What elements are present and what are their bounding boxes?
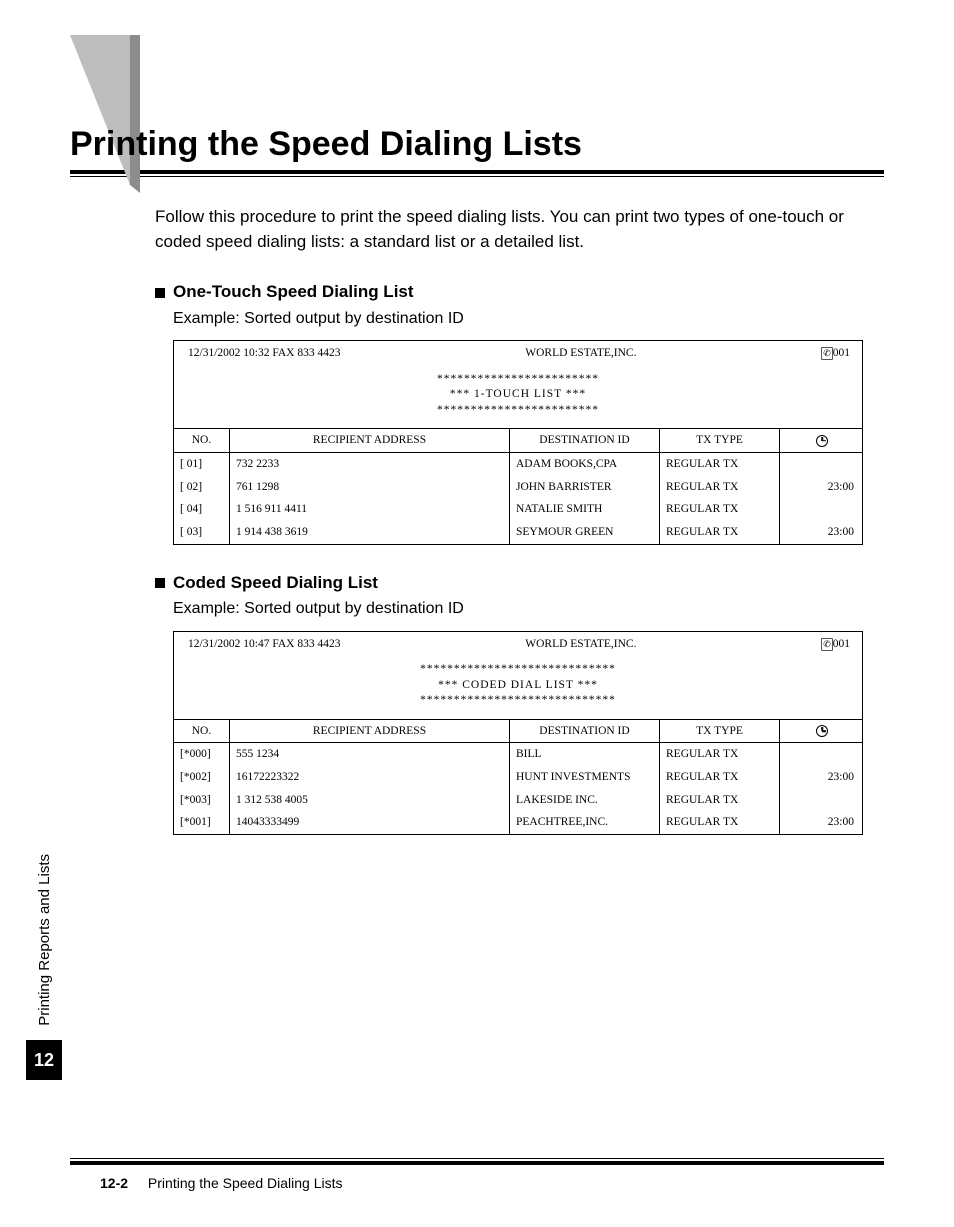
- col-dest: DESTINATION ID: [509, 720, 659, 743]
- cell-no: [ 01]: [174, 453, 229, 476]
- report-header-right: ✆001: [821, 345, 850, 362]
- cell-addr: 16172223322: [229, 766, 509, 789]
- cell-no: [*000]: [174, 743, 229, 766]
- col-addr: RECIPIENT ADDRESS: [229, 720, 509, 743]
- table-row: [*001] 14043333499 PEACHTREE,INC. REGULA…: [174, 811, 862, 834]
- clock-icon: [816, 435, 828, 447]
- footer-page-number: 12-2: [100, 1175, 128, 1191]
- cell-time: 23:00: [779, 811, 864, 834]
- table-row: [*003] 1 312 538 4005 LAKESIDE INC. REGU…: [174, 789, 862, 812]
- table-row: [ 01] 732 2233 ADAM BOOKS,CPA REGULAR TX: [174, 453, 862, 476]
- col-no: NO.: [174, 429, 229, 452]
- clock-icon: [816, 725, 828, 737]
- cell-addr: 761 1298: [229, 476, 509, 499]
- section-subheading: Example: Sorted output by destination ID: [173, 307, 884, 330]
- title-rule: [70, 170, 884, 174]
- cell-tx: REGULAR TX: [659, 476, 779, 499]
- col-tx: TX TYPE: [659, 720, 779, 743]
- bullet-square-icon: [155, 578, 165, 588]
- page-icon: ✆: [821, 347, 833, 360]
- cell-time: 23:00: [779, 521, 864, 544]
- report-header-center: WORLD ESTATE,INC.: [525, 345, 636, 362]
- banner-line: *** CODED DIAL LIST ***: [174, 678, 862, 694]
- report-header-center: WORLD ESTATE,INC.: [525, 636, 636, 653]
- cell-dest: JOHN BARRISTER: [509, 476, 659, 499]
- cell-dest: BILL: [509, 743, 659, 766]
- cell-tx: REGULAR TX: [659, 521, 779, 544]
- section-subheading: Example: Sorted output by destination ID: [173, 597, 884, 620]
- cell-time: [779, 743, 864, 766]
- col-addr: RECIPIENT ADDRESS: [229, 429, 509, 452]
- col-tx: TX TYPE: [659, 429, 779, 452]
- side-tab-label: Printing Reports and Lists: [36, 854, 53, 1026]
- cell-time: [779, 453, 864, 476]
- col-time: [779, 720, 864, 743]
- cell-addr: 1 516 911 4411: [229, 498, 509, 521]
- chapter-number-badge: 12: [26, 1040, 62, 1080]
- cell-no: [*003]: [174, 789, 229, 812]
- page-title: Printing the Speed Dialing Lists: [70, 125, 884, 164]
- cell-tx: REGULAR TX: [659, 453, 779, 476]
- cell-addr: 555 1234: [229, 743, 509, 766]
- col-time: [779, 429, 864, 452]
- report-one-touch: 12/31/2002 10:32 FAX 833 4423 WORLD ESTA…: [173, 340, 863, 545]
- intro-paragraph: Follow this procedure to print the speed…: [155, 205, 884, 254]
- cell-no: [*001]: [174, 811, 229, 834]
- cell-time: [779, 498, 864, 521]
- banner-line: *** 1-TOUCH LIST ***: [174, 387, 862, 403]
- cell-addr: 14043333499: [229, 811, 509, 834]
- cell-tx: REGULAR TX: [659, 811, 779, 834]
- cell-addr: 732 2233: [229, 453, 509, 476]
- cell-no: [ 04]: [174, 498, 229, 521]
- banner-stars: ************************: [174, 372, 862, 388]
- cell-tx: REGULAR TX: [659, 743, 779, 766]
- cell-tx: REGULAR TX: [659, 766, 779, 789]
- cell-dest: PEACHTREE,INC.: [509, 811, 659, 834]
- report-header-left: 12/31/2002 10:32 FAX 833 4423: [188, 345, 341, 362]
- table-row: [ 04] 1 516 911 4411 NATALIE SMITH REGUL…: [174, 498, 862, 521]
- table-row: [ 02] 761 1298 JOHN BARRISTER REGULAR TX…: [174, 476, 862, 499]
- side-tab: Printing Reports and Lists 12: [26, 660, 62, 1080]
- table-row: [ 03] 1 914 438 3619 SEYMOUR GREEN REGUL…: [174, 521, 862, 544]
- section-heading: One-Touch Speed Dialing List: [173, 280, 414, 305]
- banner-stars: *****************************: [174, 662, 862, 678]
- cell-dest: SEYMOUR GREEN: [509, 521, 659, 544]
- cell-dest: ADAM BOOKS,CPA: [509, 453, 659, 476]
- cell-time: 23:00: [779, 476, 864, 499]
- report-header-left: 12/31/2002 10:47 FAX 833 4423: [188, 636, 341, 653]
- report-coded: 12/31/2002 10:47 FAX 833 4423 WORLD ESTA…: [173, 631, 863, 836]
- title-rule-thin: [70, 176, 884, 177]
- cell-dest: LAKESIDE INC.: [509, 789, 659, 812]
- bullet-square-icon: [155, 288, 165, 298]
- col-no: NO.: [174, 720, 229, 743]
- section-heading: Coded Speed Dialing List: [173, 571, 378, 596]
- report-header-right: ✆001: [821, 636, 850, 653]
- cell-dest: NATALIE SMITH: [509, 498, 659, 521]
- col-dest: DESTINATION ID: [509, 429, 659, 452]
- cell-time: 23:00: [779, 766, 864, 789]
- footer-title: Printing the Speed Dialing Lists: [148, 1175, 343, 1191]
- cell-addr: 1 312 538 4005: [229, 789, 509, 812]
- cell-no: [ 03]: [174, 521, 229, 544]
- banner-stars: *****************************: [174, 693, 862, 709]
- page-footer: 12-2 Printing the Speed Dialing Lists: [70, 1158, 884, 1191]
- cell-time: [779, 789, 864, 812]
- cell-tx: REGULAR TX: [659, 789, 779, 812]
- banner-stars: ************************: [174, 403, 862, 419]
- cell-no: [ 02]: [174, 476, 229, 499]
- cell-dest: HUNT INVESTMENTS: [509, 766, 659, 789]
- page-icon: ✆: [821, 638, 833, 651]
- cell-no: [*002]: [174, 766, 229, 789]
- table-row: [*000] 555 1234 BILL REGULAR TX: [174, 743, 862, 766]
- cell-addr: 1 914 438 3619: [229, 521, 509, 544]
- table-row: [*002] 16172223322 HUNT INVESTMENTS REGU…: [174, 766, 862, 789]
- cell-tx: REGULAR TX: [659, 498, 779, 521]
